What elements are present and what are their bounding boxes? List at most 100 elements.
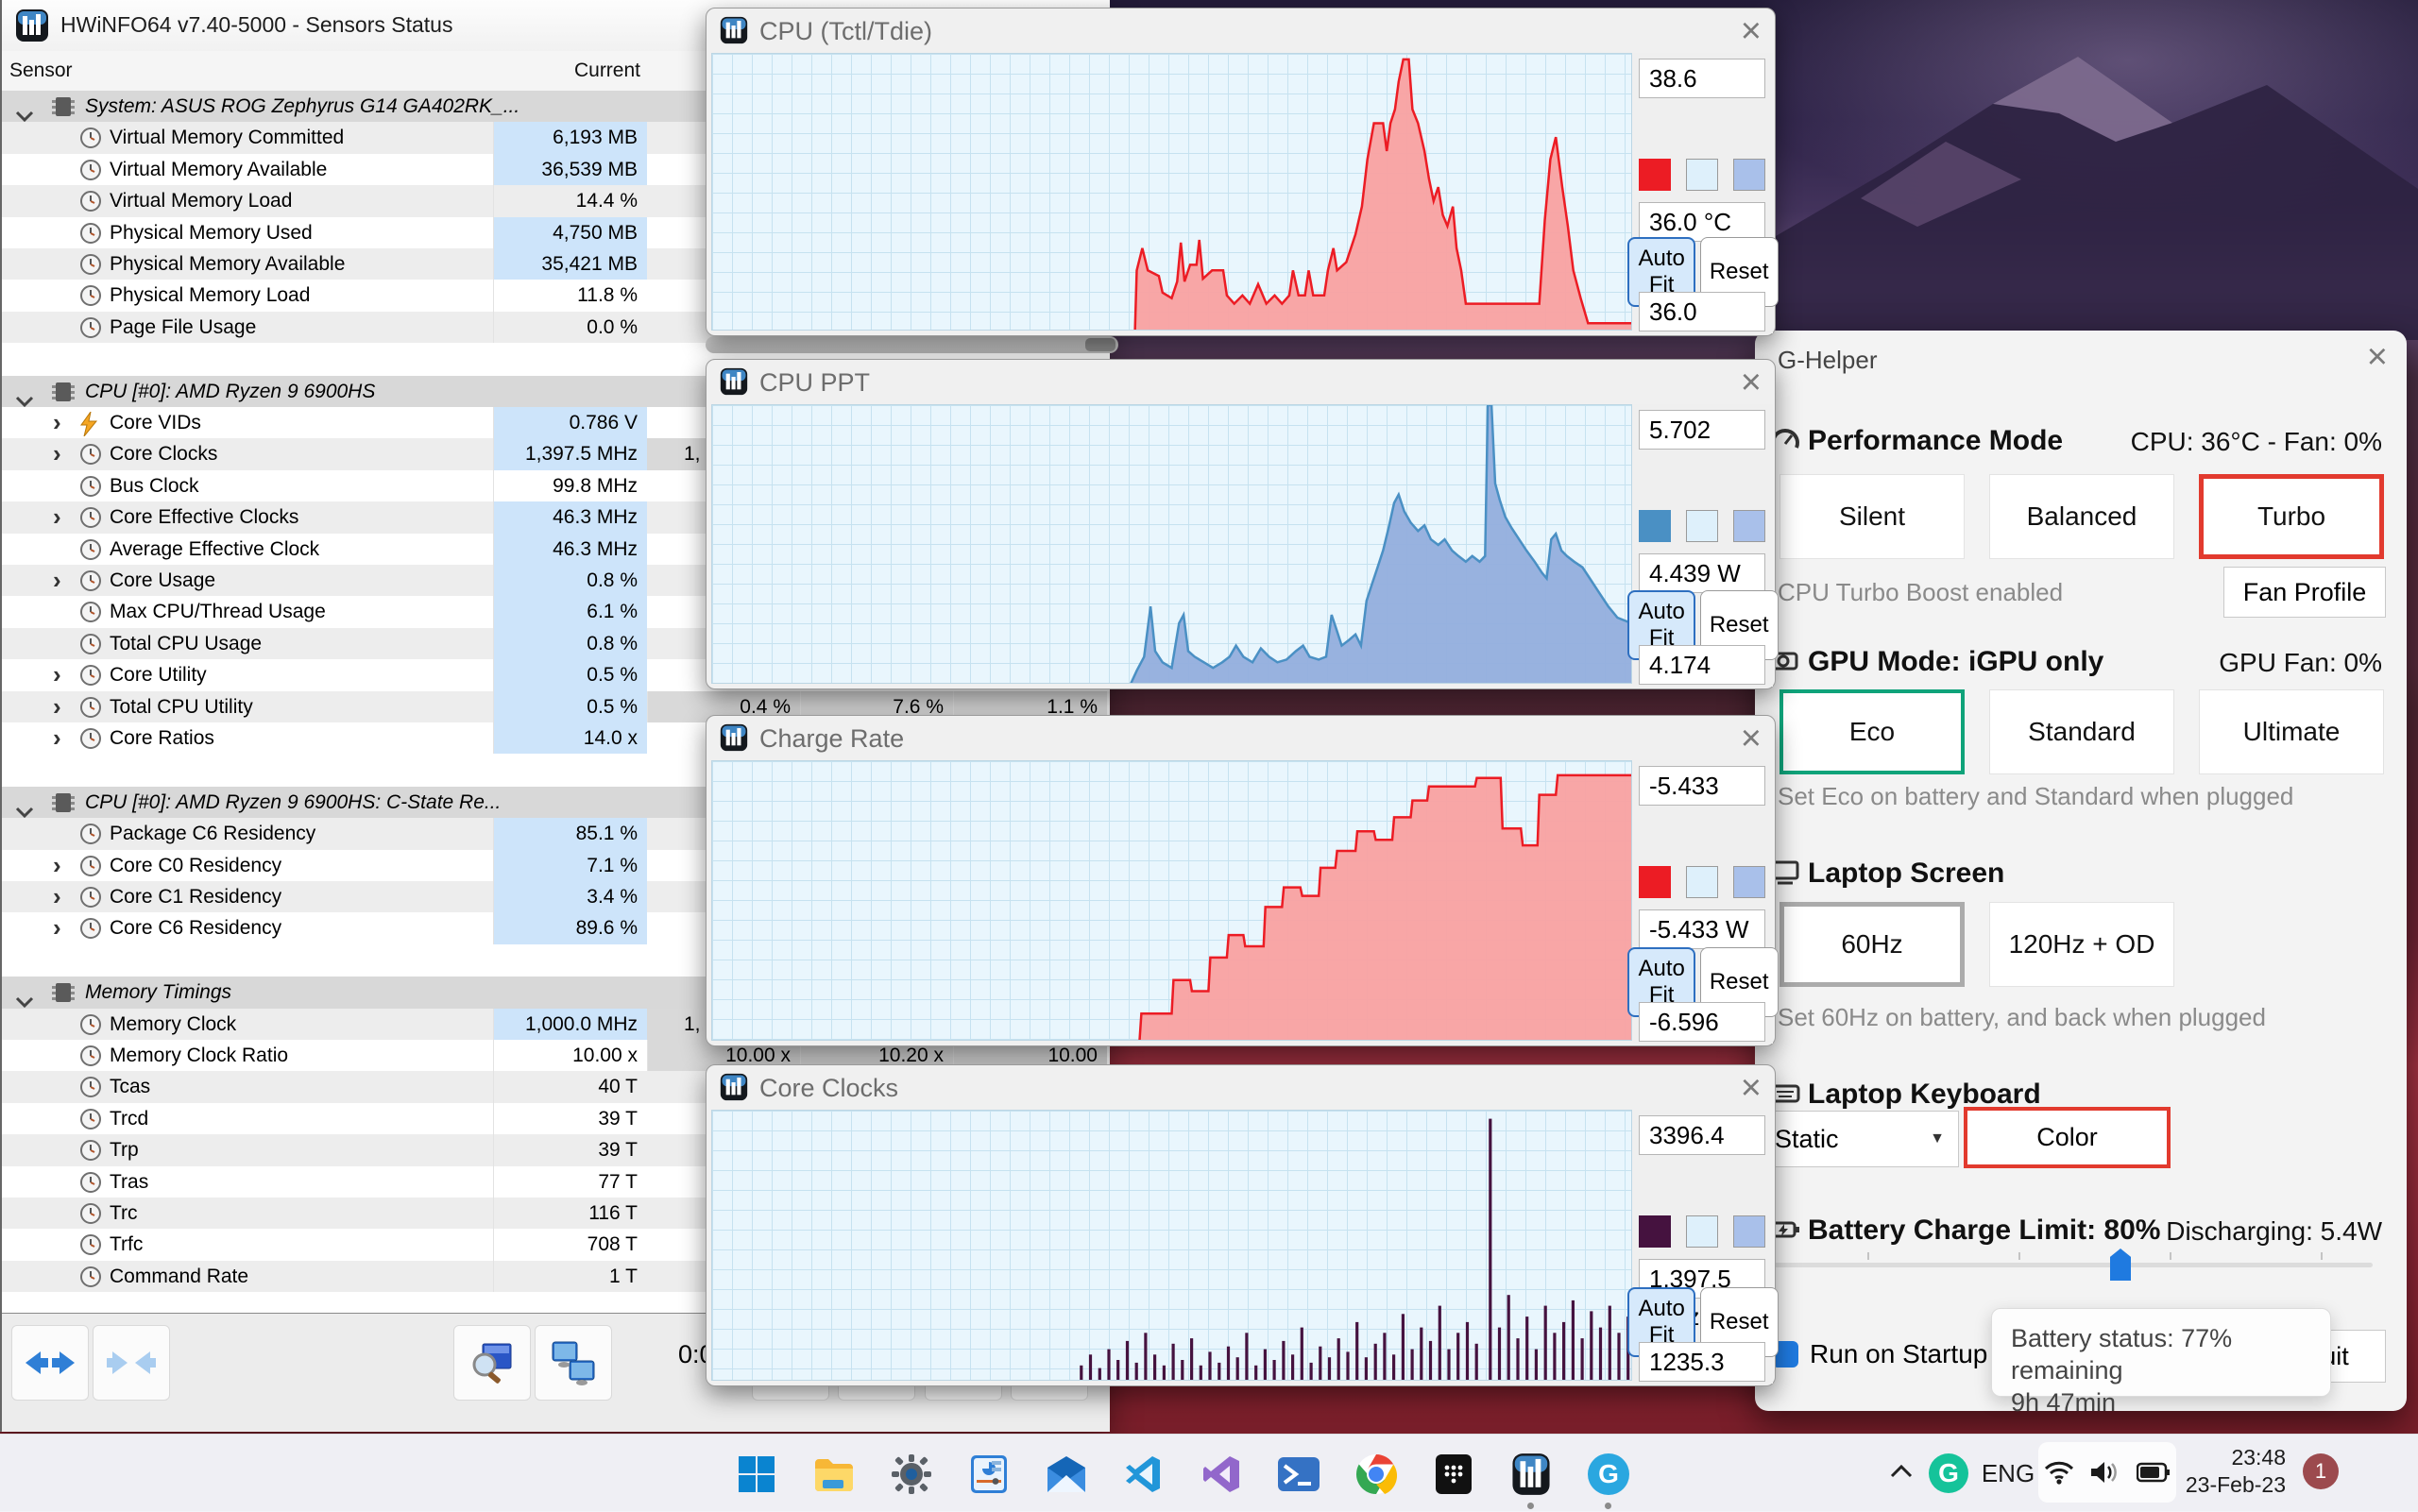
- keyboard-color-button[interactable]: Color: [1964, 1107, 2171, 1168]
- laptop-keyboard-heading: Laptop Keyboard: [1808, 1079, 2041, 1110]
- expand-icon[interactable]: ›: [53, 438, 61, 469]
- expand-icon[interactable]: ›: [53, 659, 61, 690]
- expand-icon[interactable]: ›: [53, 691, 61, 722]
- expand-icon[interactable]: ›: [53, 850, 61, 881]
- mode-button-balanced[interactable]: Balanced: [1989, 474, 2174, 559]
- system-tray-group[interactable]: [2038, 1442, 2176, 1503]
- collapse-columns-button[interactable]: [93, 1325, 170, 1401]
- clock-icon: [80, 507, 101, 529]
- settings-icon[interactable]: [889, 1452, 934, 1497]
- mode-button-ultimate[interactable]: Ultimate: [2199, 689, 2384, 774]
- close-icon[interactable]: ×: [1741, 720, 1762, 757]
- expand-icon[interactable]: ›: [53, 722, 61, 754]
- clock-icon: [80, 824, 101, 845]
- zoom-window-button[interactable]: [453, 1325, 531, 1401]
- graph-titlebar[interactable]: CPU PPT ×: [707, 360, 1775, 404]
- mail-icon[interactable]: [1044, 1452, 1089, 1497]
- system-monitor-icon[interactable]: [966, 1452, 1012, 1497]
- series-color-swatch[interactable]: [1639, 159, 1671, 191]
- remote-monitors-button[interactable]: [535, 1325, 612, 1401]
- expand-icon[interactable]: ›: [53, 912, 61, 943]
- graph-current-value: 36.0 °C: [1639, 202, 1765, 242]
- slider-thumb[interactable]: [2110, 1249, 2131, 1281]
- sensor-min-partial: 1,: [647, 438, 713, 470]
- file-explorer-icon[interactable]: [811, 1452, 857, 1497]
- mode-button-silent[interactable]: Silent: [1779, 474, 1965, 559]
- series-color-swatch[interactable]: [1639, 510, 1671, 542]
- notification-badge[interactable]: 1: [2303, 1453, 2339, 1489]
- fan-profile-button[interactable]: Fan Profile: [2223, 567, 2386, 618]
- expand-icon[interactable]: ›: [53, 881, 61, 912]
- gpu-mode-heading: GPU Mode: iGPU only: [1808, 646, 2104, 677]
- grid-color-swatch[interactable]: [1733, 1215, 1765, 1248]
- hwinfo-icon[interactable]: [1508, 1452, 1554, 1497]
- running-indicator: [1527, 1503, 1534, 1509]
- chrome-icon[interactable]: [1354, 1452, 1399, 1497]
- tray-chevron-up-icon[interactable]: [1889, 1463, 1914, 1480]
- close-icon[interactable]: ×: [2367, 338, 2388, 376]
- mode-button-120hz-od[interactable]: 120Hz + OD: [1989, 902, 2174, 987]
- series-color-swatch[interactable]: [1639, 866, 1671, 898]
- graph-plot: [711, 53, 1632, 331]
- language-indicator[interactable]: ENG: [1980, 1452, 2036, 1495]
- g-helper-icon[interactable]: G: [1586, 1452, 1631, 1497]
- column-sensor[interactable]: Sensor: [9, 59, 73, 82]
- close-icon[interactable]: ×: [1741, 364, 1762, 401]
- grammarly-tray-icon[interactable]: G: [1929, 1453, 1968, 1493]
- vscode-icon[interactable]: [1121, 1452, 1166, 1497]
- sensor-current-value: 0.0 %: [493, 311, 647, 344]
- chip-icon: [52, 382, 75, 401]
- expand-columns-button[interactable]: [11, 1325, 89, 1401]
- visual-studio-icon[interactable]: [1199, 1452, 1244, 1497]
- grid-color-swatch[interactable]: [1733, 159, 1765, 191]
- mode-button-turbo[interactable]: Turbo: [2199, 474, 2384, 559]
- scrollbar-thumb[interactable]: [1085, 338, 1115, 351]
- graph-titlebar[interactable]: CPU (Tctl/Tdie) ×: [707, 8, 1775, 53]
- close-icon[interactable]: ×: [1741, 12, 1762, 50]
- expand-icon[interactable]: ›: [53, 501, 61, 533]
- graph-title: CPU (Tctl/Tdie): [759, 17, 933, 45]
- mode-button-eco[interactable]: Eco: [1779, 689, 1965, 774]
- sensor-name: Total CPU Usage: [110, 632, 263, 654]
- series-color-swatch[interactable]: [1639, 1215, 1671, 1248]
- gpu-fan-status: GPU Fan: 0%: [2219, 648, 2382, 677]
- background-color-swatch[interactable]: [1686, 510, 1718, 542]
- background-color-swatch[interactable]: [1686, 1215, 1718, 1248]
- performance-mode-buttons: Silent Balanced Turbo: [1779, 474, 2384, 559]
- mode-button-60hz[interactable]: 60Hz: [1779, 902, 1965, 987]
- close-icon[interactable]: ×: [1741, 1069, 1762, 1107]
- sensor-name: Command Rate: [110, 1265, 249, 1287]
- graph-max-value: 5.702: [1639, 410, 1765, 450]
- column-current[interactable]: Current: [493, 59, 640, 82]
- battery-limit-slider[interactable]: [1768, 1249, 2392, 1286]
- slider-track[interactable]: [1768, 1263, 2373, 1267]
- background-color-swatch[interactable]: [1686, 159, 1718, 191]
- mode-button-standard[interactable]: Standard: [1989, 689, 2174, 774]
- graph-scrollbar[interactable]: [706, 336, 1118, 353]
- sensor-current-value: 89.6 %: [493, 912, 647, 944]
- graph-titlebar[interactable]: Charge Rate ×: [707, 716, 1775, 760]
- clock[interactable]: 23:48 23-Feb-23: [2184, 1444, 2286, 1499]
- grid-color-swatch[interactable]: [1733, 510, 1765, 542]
- sensor-name: Core Utility: [110, 664, 207, 687]
- clock-icon: [80, 1140, 101, 1162]
- clock-icon: [80, 285, 101, 307]
- background-color-swatch[interactable]: [1686, 866, 1718, 898]
- startup-label: Run on Startup: [1810, 1339, 1988, 1368]
- expand-icon[interactable]: ›: [53, 565, 61, 596]
- dark-app-icon[interactable]: [1431, 1452, 1476, 1497]
- gpu-mode-buttons: Eco Standard Ultimate: [1779, 689, 2384, 774]
- start-button[interactable]: [734, 1452, 779, 1497]
- graph-window-core-clocks: Core Clocks ×3396.41,397.5 MHzAuto FitRes…: [706, 1064, 1779, 1386]
- powershell-icon[interactable]: [1276, 1452, 1321, 1497]
- clock-icon: [80, 191, 101, 212]
- grid-color-swatch[interactable]: [1733, 866, 1765, 898]
- keyboard-mode-dropdown[interactable]: Static ▼: [1759, 1111, 1959, 1167]
- graph-min-value: 36.0: [1639, 292, 1765, 331]
- clock-icon: [80, 602, 101, 623]
- graph-titlebar[interactable]: Core Clocks ×: [707, 1065, 1775, 1110]
- sensor-current-value: 0.5 %: [493, 659, 647, 691]
- graph-current-value: 4.439 W: [1639, 553, 1765, 593]
- expand-icon[interactable]: ›: [53, 407, 61, 438]
- chevron-down-icon: [15, 110, 34, 123]
